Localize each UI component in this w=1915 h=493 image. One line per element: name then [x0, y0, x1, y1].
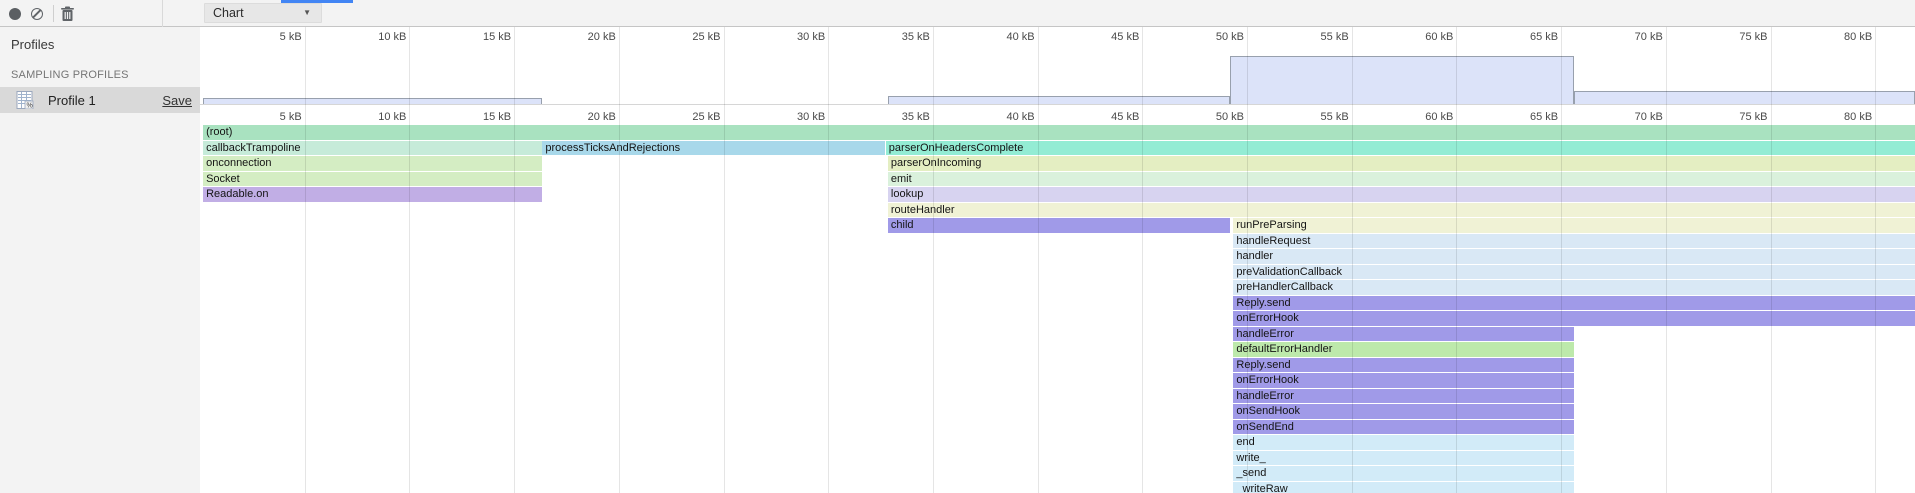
- flame-bar[interactable]: parserOnHeadersComplete: [886, 141, 1915, 156]
- flame-bar[interactable]: handleError: [1233, 389, 1573, 404]
- flame-bar[interactable]: onSendHook: [1233, 404, 1573, 419]
- flame-bar[interactable]: onErrorHook: [1233, 311, 1915, 326]
- profiler-panel: Chart ▼ Profiles SAMPLING PROFILES: [0, 0, 1915, 493]
- ruler-tick-label: 45 kB: [1062, 111, 1139, 123]
- ruler-tick-label: 60 kB: [1376, 111, 1453, 123]
- flame-bar[interactable]: _writeRaw: [1233, 482, 1573, 493]
- flame-bar[interactable]: Socket: [203, 172, 542, 187]
- flame-bar[interactable]: onErrorHook: [1233, 373, 1573, 388]
- flame-bar[interactable]: handleRequest: [1233, 234, 1915, 249]
- flame-bar[interactable]: Readable.on: [203, 187, 542, 202]
- ruler-tick-label: 20 kB: [539, 111, 616, 123]
- chart-panel: 5 kB 10 kB 15 kB 20 kB 25 kB 30 kB 35 kB 40 kB 4…: [200, 27, 1915, 493]
- flame-bar[interactable]: write_: [1233, 451, 1573, 466]
- overview-step[interactable]: [203, 98, 542, 104]
- profile-name: Profile 1: [48, 93, 96, 108]
- trash-icon[interactable]: [60, 6, 75, 22]
- ruler-tick-label: 15 kB: [434, 31, 511, 43]
- ruler-tick-label: 15 kB: [434, 111, 511, 123]
- save-profile-link[interactable]: Save: [162, 93, 192, 108]
- flame-bar[interactable]: callbackTrampoline: [203, 141, 542, 156]
- flame-bar[interactable]: lookup: [888, 187, 1915, 202]
- flame-bar[interactable]: (root): [203, 125, 1915, 140]
- flame-bar[interactable]: parserOnIncoming: [888, 156, 1915, 171]
- ruler-tick-label: 5 kB: [225, 31, 302, 43]
- ruler-tick-label: 30 kB: [748, 111, 825, 123]
- toolbar-separator: [53, 5, 54, 22]
- ruler-tick-label: 5 kB: [225, 111, 302, 123]
- flame-bar[interactable]: emit: [888, 172, 1915, 187]
- flame-bar[interactable]: end: [1233, 435, 1573, 450]
- ruler-tick-label: 40 kB: [958, 31, 1035, 43]
- sampling-profiles-heading: SAMPLING PROFILES: [11, 69, 129, 81]
- ruler-tick-label: 20 kB: [539, 31, 616, 43]
- view-mode-value: Chart: [213, 6, 244, 20]
- sidebar-item-profile-1[interactable]: % Profile 1 Save: [0, 87, 200, 113]
- ruler-tick-label: 25 kB: [644, 111, 721, 123]
- flame-bar[interactable]: preValidationCallback: [1233, 265, 1915, 280]
- overview-step[interactable]: [1574, 91, 1915, 104]
- clear-icon[interactable]: [31, 8, 43, 20]
- ruler-tick-label: 75 kB: [1691, 31, 1768, 43]
- flame-bar[interactable]: defaultErrorHandler: [1233, 342, 1573, 357]
- ruler-tick-label: 65 kB: [1481, 111, 1558, 123]
- flame-chart: (root)callbackTrampolineprocessTicksAndR…: [200, 125, 1915, 493]
- ruler-tick-label: 10 kB: [329, 31, 406, 43]
- overview-step[interactable]: [888, 96, 1230, 104]
- ruler-tick-label: 30 kB: [748, 31, 825, 43]
- ruler-tick-label: 25 kB: [644, 31, 721, 43]
- ruler-tick-label: 35 kB: [853, 111, 930, 123]
- ruler-tick-label: 45 kB: [1062, 31, 1139, 43]
- ruler-tick-label: 10 kB: [329, 111, 406, 123]
- ruler-tick-label: 55 kB: [1272, 31, 1349, 43]
- ruler-tick-label: 80 kB: [1795, 111, 1872, 123]
- chevron-down-icon: ▼: [303, 4, 311, 22]
- flame-bar[interactable]: _send: [1233, 466, 1573, 481]
- flame-bar[interactable]: runPreParsing: [1233, 218, 1915, 233]
- overview-step[interactable]: [1230, 56, 1573, 104]
- ruler-tick-label: 70 kB: [1586, 111, 1663, 123]
- flame-bar[interactable]: Reply.send: [1233, 296, 1915, 311]
- flame-bar[interactable]: handleError: [1233, 327, 1573, 342]
- flame-bar[interactable]: handler: [1233, 249, 1915, 264]
- flame-bar[interactable]: onSendEnd: [1233, 420, 1573, 435]
- flame-bar[interactable]: processTicksAndRejections: [542, 141, 884, 156]
- record-icon[interactable]: [9, 8, 21, 20]
- ruler-tick-label: 60 kB: [1376, 31, 1453, 43]
- flame-bar[interactable]: onconnection: [203, 156, 542, 171]
- profile-icon: %: [16, 91, 34, 109]
- flame-bar[interactable]: preHandlerCallback: [1233, 280, 1915, 295]
- ruler-tick-label: 70 kB: [1586, 31, 1663, 43]
- sidebar: Profiles SAMPLING PROFILES %: [0, 27, 200, 493]
- view-mode-select[interactable]: Chart ▼: [204, 3, 322, 23]
- ruler-tick-label: 50 kB: [1167, 31, 1244, 43]
- flame-bar[interactable]: child: [888, 218, 1230, 233]
- toolbar-section-divider: [162, 0, 163, 27]
- ruler-tick-label: 80 kB: [1795, 31, 1872, 43]
- sidebar-title: Profiles: [11, 37, 54, 52]
- ruler-tick-label: 40 kB: [958, 111, 1035, 123]
- toolbar: Chart ▼: [0, 0, 1915, 27]
- flame-bar[interactable]: routeHandler: [888, 203, 1915, 218]
- ruler-tick-label: 35 kB: [853, 31, 930, 43]
- svg-text:%: %: [27, 103, 33, 110]
- ruler-tick-label: 50 kB: [1167, 111, 1244, 123]
- ruler-tick-label: 75 kB: [1691, 111, 1768, 123]
- flame-bar[interactable]: Reply.send: [1233, 358, 1573, 373]
- ruler-tick-label: 65 kB: [1481, 31, 1558, 43]
- ruler-tick-label: 55 kB: [1272, 111, 1349, 123]
